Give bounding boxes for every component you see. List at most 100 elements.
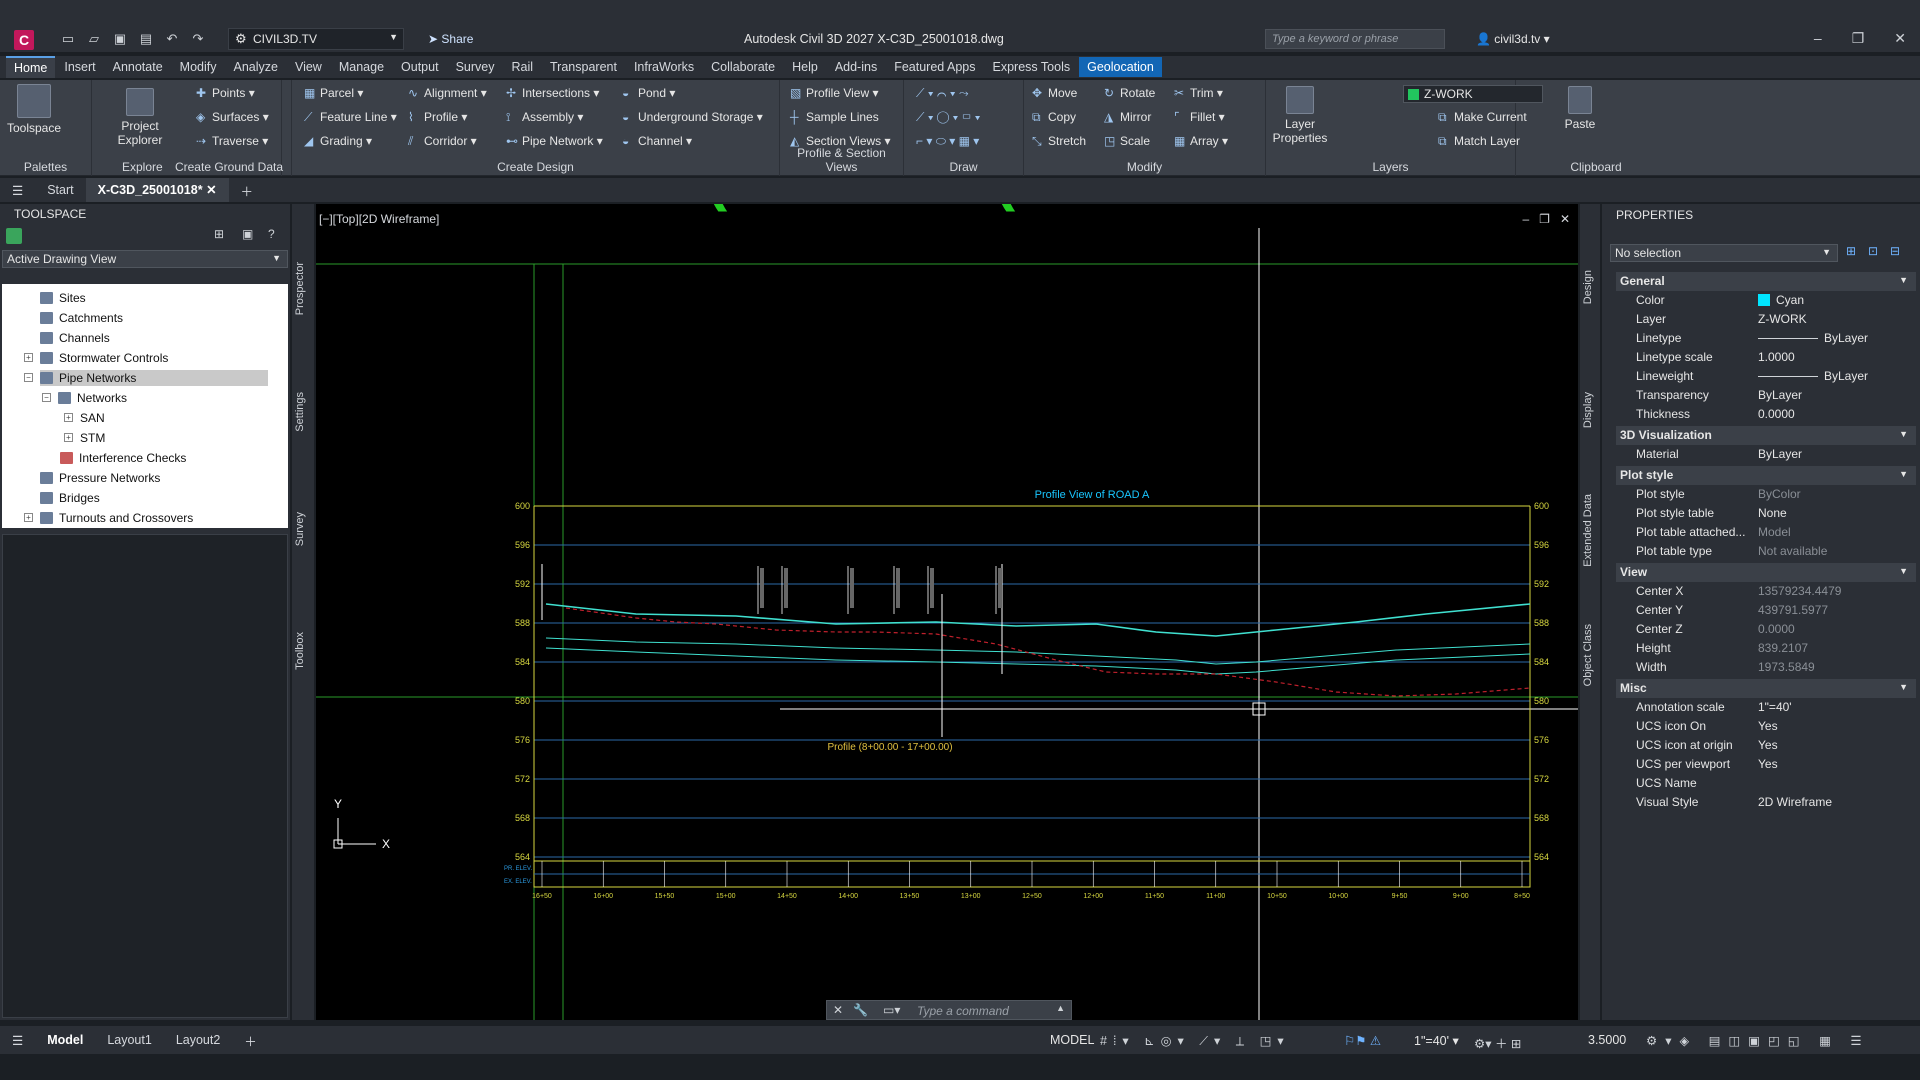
property-row[interactable]: Transparency ByLayer — [1616, 386, 1916, 405]
tab-express-tools[interactable]: Express Tools — [985, 57, 1079, 77]
chevron-up-icon[interactable]: ▲ — [1056, 1003, 1065, 1013]
line-icon[interactable]: ⟋ ▾ ⌒ ▾ ⤳ — [916, 86, 969, 101]
fillet-button[interactable]: ⌜ Fillet ▾ — [1174, 110, 1225, 124]
grading-button[interactable]: ◢ Grading ▾ — [304, 134, 372, 148]
tab-model[interactable]: Model — [35, 1033, 95, 1047]
tree-item-channels[interactable]: Channels — [40, 330, 110, 346]
tab-display[interactable]: Display — [1582, 392, 1594, 428]
panel-title-modify[interactable]: Modify — [1024, 160, 1265, 174]
property-row[interactable]: Center X 13579234.4479 — [1616, 582, 1916, 601]
tree-item-stm[interactable]: + STM — [64, 430, 105, 446]
tab-toolbox[interactable]: Toolbox — [294, 632, 306, 670]
property-row[interactable]: Center Y 439791.5977 — [1616, 601, 1916, 620]
move-button[interactable]: ✥ Move — [1032, 86, 1077, 100]
tab-extended-data[interactable]: Extended Data — [1582, 494, 1594, 567]
property-row[interactable]: Plot style ByColor — [1616, 485, 1916, 504]
profile-view-button[interactable]: ▧ Profile View ▾ — [790, 86, 879, 100]
tab-settings[interactable]: Settings — [294, 392, 306, 432]
app-menu-icon[interactable]: ☰ — [0, 183, 35, 198]
parcel-button[interactable]: ▦ Parcel ▾ — [304, 86, 363, 100]
property-row[interactable]: Lineweight ByLayer — [1616, 367, 1916, 386]
rotate-button[interactable]: ↻ Rotate — [1104, 86, 1155, 100]
close-icon[interactable]: ✕ — [1560, 212, 1570, 226]
property-row[interactable]: Linetype scale 1.0000 — [1616, 348, 1916, 367]
workspace-select[interactable]: ⚙ CIVIL3D.TV ▼ — [228, 28, 404, 50]
property-row[interactable]: UCS Name — [1616, 774, 1916, 793]
tree-item-interference-checks[interactable]: Interference Checks — [60, 450, 186, 466]
tree-item-turnouts-crossovers[interactable]: + Turnouts and Crossovers — [24, 510, 193, 526]
tab-output[interactable]: Output — [393, 57, 447, 77]
wrench-icon[interactable]: 🔧 — [853, 1003, 868, 1017]
new-icon[interactable]: ▭ — [60, 31, 76, 47]
save-as-icon[interactable]: ▤ — [138, 31, 154, 47]
civil3d-app-icon[interactable]: C — [14, 30, 34, 50]
status-tray-icons[interactable]: ⚙▾◈ ▤◫▣◰◱ ▦ ☰ — [1646, 1033, 1870, 1048]
mirror-button[interactable]: ◮ Mirror — [1104, 110, 1151, 124]
restore-icon[interactable]: ❐ — [1852, 30, 1865, 47]
tab-infraworks[interactable]: InfraWorks — [626, 57, 702, 77]
tab-prospector[interactable]: Prospector — [294, 262, 306, 315]
tab-modify[interactable]: Modify — [172, 57, 225, 77]
property-section[interactable]: 3D Visualization ▼ — [1616, 426, 1916, 445]
tab-view[interactable]: View — [287, 57, 330, 77]
corridor-button[interactable]: ⫽ Corridor ▾ — [408, 134, 477, 149]
property-row[interactable]: UCS per viewport Yes — [1616, 755, 1916, 774]
profile-button[interactable]: ⌇ Profile ▾ — [408, 110, 467, 124]
viewport-controls-label[interactable]: [−][Top][2D Wireframe] — [319, 212, 439, 226]
user-account[interactable]: 👤 civil3d.tv ▾ — [1476, 32, 1550, 46]
restore-icon[interactable]: ❐ — [1539, 212, 1550, 226]
tab-survey[interactable]: Survey — [448, 57, 503, 77]
add-layout-icon[interactable]: ＋ — [232, 1031, 269, 1050]
property-row[interactable]: UCS icon at origin Yes — [1616, 736, 1916, 755]
expand-icon[interactable]: + — [24, 353, 33, 362]
property-row[interactable]: Linetype ByLayer — [1616, 329, 1916, 348]
pond-button[interactable]: ◒ Pond ▾ — [622, 86, 675, 100]
open-icon[interactable]: ▱ — [86, 31, 102, 47]
array-button[interactable]: ▦ Array ▾ — [1174, 134, 1228, 148]
annotation-visibility-icon[interactable]: ⚐⚑ ⚠ — [1344, 1033, 1381, 1048]
panel-title-palettes[interactable]: Palettes — [0, 160, 91, 174]
polyline-icon[interactable]: ⌐ ▾ ⬭ ▾ ▦ ▾ — [916, 134, 979, 149]
tab-analyze[interactable]: Analyze — [225, 57, 285, 77]
paste-button[interactable]: Paste — [1560, 86, 1600, 131]
tab-transparent[interactable]: Transparent — [542, 57, 625, 77]
property-row[interactable]: Plot table attached... Model — [1616, 523, 1916, 542]
property-section[interactable]: Plot style ▼ — [1616, 466, 1916, 485]
expand-icon[interactable]: + — [64, 413, 73, 422]
property-section[interactable]: General ▼ — [1616, 272, 1916, 291]
property-row[interactable]: Color Cyan — [1616, 291, 1916, 310]
tree-item-networks[interactable]: − Networks — [42, 390, 127, 406]
toolspace-view-icon[interactable]: ▣ — [242, 227, 253, 241]
sample-lines-button[interactable]: ┼ Sample Lines — [790, 110, 879, 124]
property-row[interactable]: Annotation scale 1"=40' — [1616, 698, 1916, 717]
intersections-button[interactable]: ✢ Intersections ▾ — [506, 86, 599, 100]
circle-icon[interactable]: ⟋ ▾ ◯ ▾ ▭ ▾ — [916, 110, 980, 125]
property-row[interactable]: UCS icon On Yes — [1616, 717, 1916, 736]
property-section[interactable]: View ▼ — [1616, 563, 1916, 582]
property-row[interactable]: Center Z 0.0000 — [1616, 620, 1916, 639]
tree-item-san[interactable]: + SAN — [64, 410, 105, 426]
channel-button[interactable]: ◒ Channel ▾ — [622, 134, 692, 148]
tab-collaborate[interactable]: Collaborate — [703, 57, 783, 77]
tab-object-class[interactable]: Object Class — [1582, 624, 1594, 686]
expand-icon[interactable]: + — [64, 433, 73, 442]
property-row[interactable]: Material ByLayer — [1616, 445, 1916, 464]
panel-title-layers[interactable]: Layers — [1266, 160, 1515, 174]
panel-title-create-ground-data[interactable]: Create Ground Data — [166, 160, 292, 174]
undo-icon[interactable]: ↶ — [164, 31, 180, 47]
workspace-gear-icon[interactable]: ⚙▾ ＋ ⊞ — [1474, 1033, 1521, 1052]
annotation-scale-select[interactable]: 1"=40' ▾ — [1414, 1033, 1459, 1048]
match-layer-button[interactable]: ⧉ Match Layer — [1438, 134, 1520, 149]
project-explorer-button[interactable]: Project Explorer — [114, 88, 166, 147]
property-section[interactable]: Misc ▼ — [1616, 679, 1916, 698]
toggle-pickadd-icon[interactable]: ⊞ — [1846, 244, 1856, 258]
feature-line-button[interactable]: ⟋ Feature Line ▾ — [304, 110, 397, 125]
close-icon[interactable]: ✕ — [1894, 30, 1906, 47]
toolspace-refresh-icon[interactable] — [6, 228, 22, 244]
tab-design[interactable]: Design — [1582, 270, 1594, 304]
toolspace-button[interactable]: Toolspace — [4, 84, 64, 135]
property-row[interactable]: Height 839.2107 — [1616, 639, 1916, 658]
make-current-button[interactable]: ⧉ Make Current — [1438, 110, 1527, 125]
tree-item-sites[interactable]: Sites — [40, 290, 86, 306]
panel-title-draw[interactable]: Draw — [904, 160, 1023, 174]
